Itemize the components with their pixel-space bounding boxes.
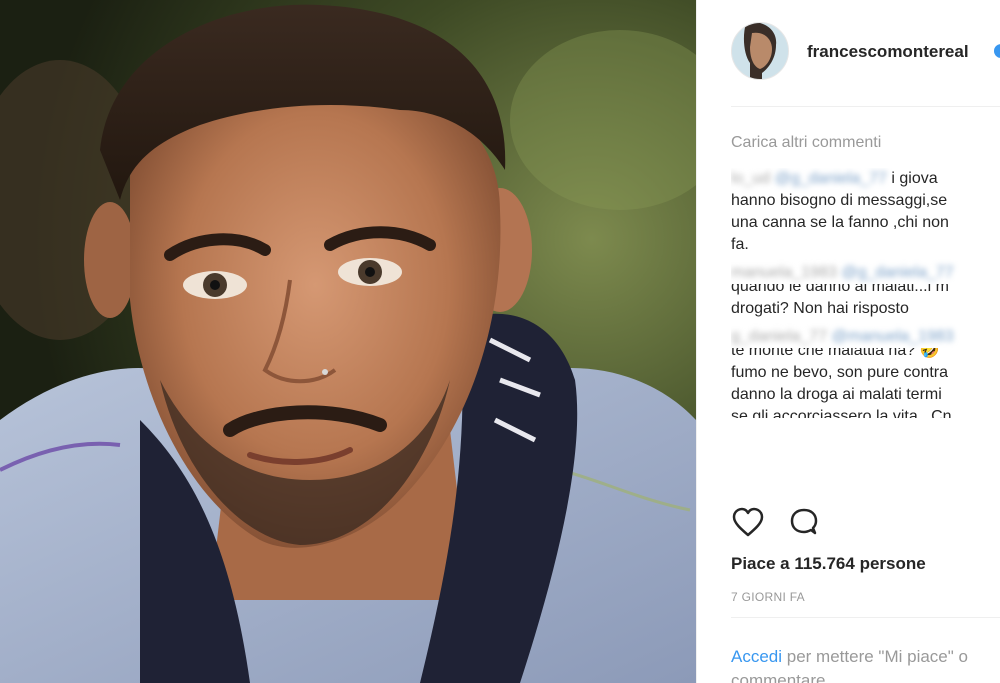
- comment-text-line: quando le danno ai malati...i m: [731, 284, 949, 295]
- comment-mention[interactable]: @g_daniela_77: [775, 170, 887, 187]
- comment-author[interactable]: g_daniela_77: [731, 328, 827, 345]
- comment-text-line: i giova: [891, 170, 938, 187]
- comment-text-line: te monte che malattia ha? 🤣: [731, 348, 940, 359]
- login-prompt: Accedi per mettere "Mi piace" o commenta…: [731, 645, 1000, 683]
- comments-list: lo_ud @g_daniela_77 i giova hanno bisogn…: [731, 168, 1000, 488]
- heart-icon[interactable]: [731, 506, 765, 540]
- login-link[interactable]: Accedi: [731, 647, 782, 666]
- comment-item: g_daniela_77 @manuela_1983 te monte che …: [731, 326, 1000, 418]
- verified-badge-icon: [994, 44, 1000, 58]
- comment-text-line: fa.: [731, 236, 749, 253]
- comment-line-clip: te monte che malattia ha? 🤣: [731, 348, 1000, 362]
- comment-item: lo_ud @g_daniela_77 i giova hanno bisogn…: [731, 168, 1000, 256]
- comment-author[interactable]: lo_ud: [731, 170, 770, 187]
- comment-mention[interactable]: @g_daniela_77: [841, 264, 953, 281]
- header-divider: [731, 106, 1000, 107]
- footer-divider: [731, 617, 1000, 618]
- load-more-comments-button[interactable]: Carica altri commenti: [731, 134, 881, 152]
- heart-icon-glyph: [732, 507, 764, 537]
- comment-item: manuela_1983 @g_daniela_77 quando le dan…: [731, 262, 1000, 320]
- post-photo[interactable]: [0, 0, 696, 683]
- post-header: francescomontereal: [697, 0, 1000, 106]
- comment-text-line: se gli accorciassero la vita.. Cn: [731, 408, 952, 418]
- comment-line-clip: quando le danno ai malati...i m: [731, 284, 1000, 298]
- avatar[interactable]: [731, 22, 789, 80]
- portrait-illustration: [0, 0, 696, 683]
- comment-text-line: danno la droga ai malati termi: [731, 386, 942, 403]
- comment-text-line: una canna se la fanno ,chi non: [731, 214, 949, 231]
- comment-text-line: fumo ne bevo, son pure contra: [731, 364, 949, 381]
- likes-count[interactable]: Piace a 115.764 persone: [731, 554, 926, 574]
- comment-bubble-icon[interactable]: [787, 506, 821, 540]
- comment-text-line: hanno bisogno di messaggi,se: [731, 192, 948, 209]
- login-prompt-text-2: commentare: [731, 671, 826, 683]
- post-actions: [731, 506, 851, 540]
- comment-bubble-icon-glyph: [790, 508, 818, 535]
- comment-text-line: drogati? Non hai risposto: [731, 300, 909, 317]
- avatar-image: [732, 23, 788, 79]
- post-timestamp[interactable]: 7 GIORNI FA: [731, 590, 805, 604]
- login-prompt-text: per mettere "Mi piace" o: [786, 647, 968, 666]
- comment-mention[interactable]: @manuela_1983: [832, 328, 954, 345]
- username-link[interactable]: francescomontereal: [807, 42, 969, 62]
- post-sidebar: francescomontereal Carica altri commenti…: [697, 0, 1000, 683]
- comment-author[interactable]: manuela_1983: [731, 264, 837, 281]
